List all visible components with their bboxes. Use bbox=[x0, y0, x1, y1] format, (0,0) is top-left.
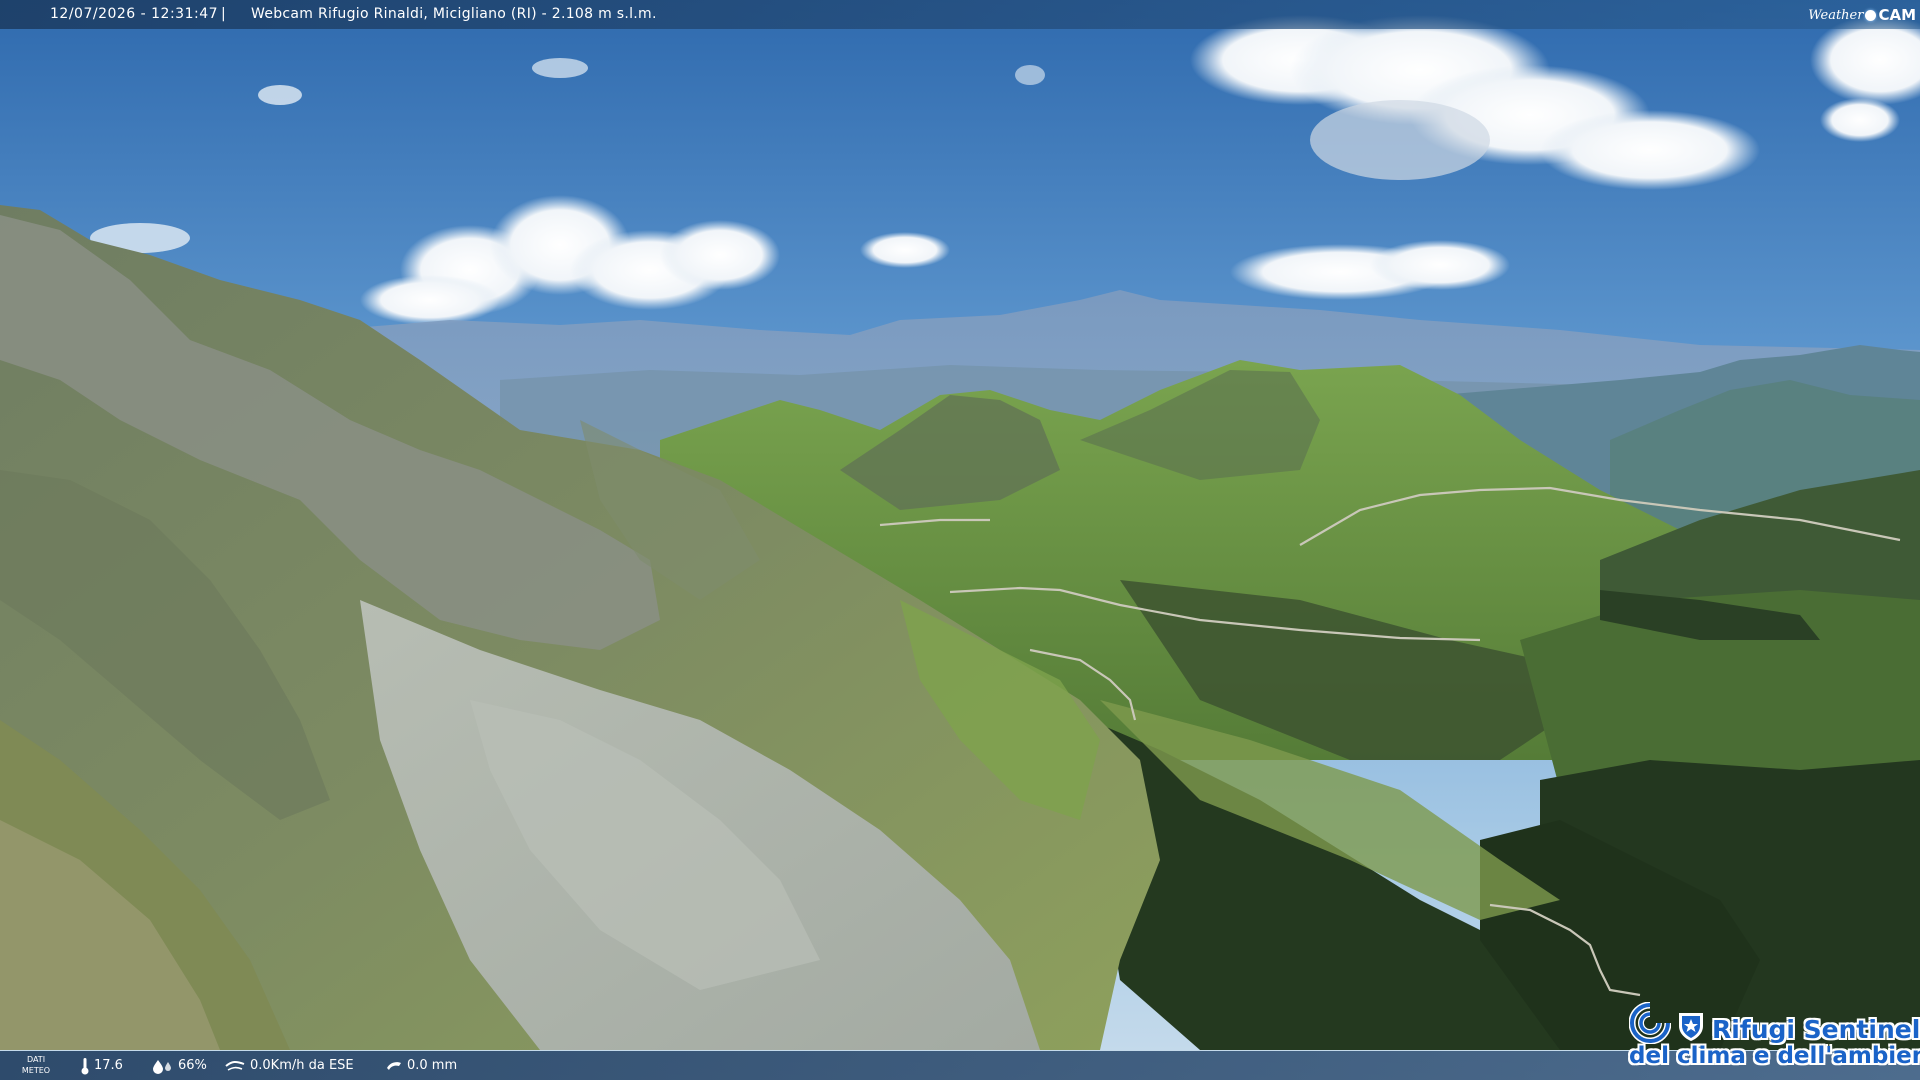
weather-data-label-line2: METEO bbox=[21, 1066, 51, 1075]
rifugi-sentinella-logo: Rifugi Sentinella del clima e dell'ambie… bbox=[1626, 998, 1920, 1070]
logo-name: Rifugi Sentinella bbox=[1712, 1015, 1920, 1044]
weather-data-label-line1: DATI bbox=[26, 1055, 46, 1064]
weathercam-logo: Weather CAM bbox=[1804, 2, 1916, 28]
weathercam-logo-left: Weather bbox=[1808, 7, 1864, 23]
droplet-icon bbox=[153, 1059, 171, 1074]
webcam-photo bbox=[0, 0, 1920, 1080]
header-bar: 12/07/2026 - 12:31:47 | Webcam Rifugio R… bbox=[0, 0, 1920, 29]
temperature-value: 17.6 bbox=[94, 1058, 123, 1073]
timestamp: 12/07/2026 - 12:31:47 bbox=[50, 6, 219, 22]
circle-dot-icon bbox=[1865, 9, 1877, 21]
weathercam-logo-right: CAM bbox=[1878, 6, 1916, 24]
wind-readout: 0.0Km/h da ESE bbox=[224, 1051, 354, 1080]
rain-gauge-icon bbox=[387, 1061, 401, 1070]
humidity-readout: 66% bbox=[152, 1051, 207, 1080]
logo-tagline: del clima e dell'ambiente bbox=[1629, 1043, 1920, 1069]
cai-shield-icon bbox=[1629, 1002, 1671, 1044]
rain-readout: 0.0 mm bbox=[385, 1051, 457, 1080]
separator: | bbox=[221, 6, 226, 22]
rain-value: 0.0 mm bbox=[407, 1058, 458, 1073]
shield-icon bbox=[1679, 1013, 1703, 1041]
webcam-title: Webcam Rifugio Rinaldi, Micigliano (RI) … bbox=[251, 6, 657, 22]
wind-value: 0.0Km/h da ESE bbox=[250, 1058, 354, 1073]
thermometer-icon bbox=[81, 1057, 89, 1074]
wind-icon bbox=[225, 1060, 245, 1071]
weather-data-label: DATI METEO bbox=[21, 1054, 51, 1076]
humidity-value: 66% bbox=[178, 1058, 207, 1073]
temperature-readout: 17.6 bbox=[80, 1051, 123, 1080]
